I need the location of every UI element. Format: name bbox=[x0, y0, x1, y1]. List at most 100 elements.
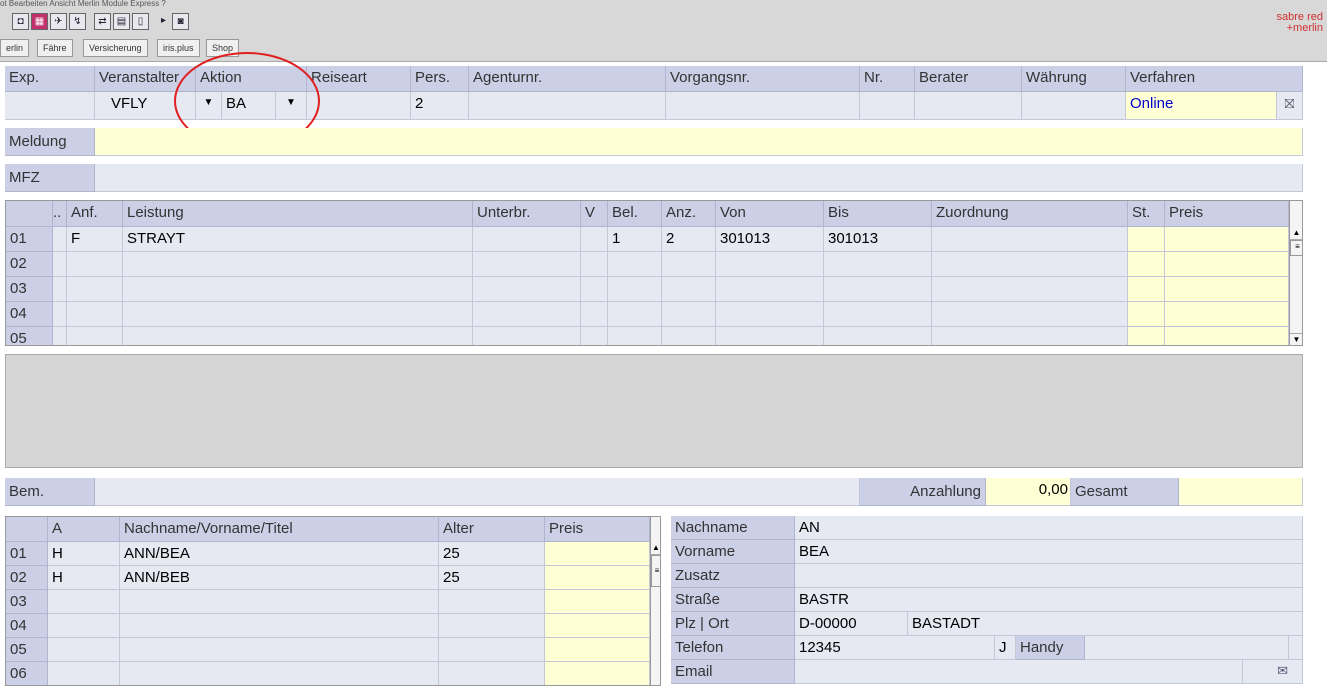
handy-extra[interactable] bbox=[1289, 636, 1303, 660]
cell-unterbr[interactable] bbox=[473, 227, 581, 252]
cell-von[interactable] bbox=[716, 302, 824, 327]
cell-preis[interactable] bbox=[545, 590, 650, 614]
cell-bel[interactable]: 1 bbox=[608, 227, 662, 252]
cell-leistung[interactable] bbox=[123, 302, 473, 327]
cell-zuordnung[interactable] bbox=[932, 302, 1128, 327]
scroll-down-icon[interactable]: ▼ bbox=[1290, 333, 1302, 345]
cell-bel[interactable] bbox=[608, 302, 662, 327]
cell-name[interactable] bbox=[120, 614, 439, 638]
cell-a[interactable]: H bbox=[48, 542, 120, 566]
strasse-field[interactable]: BASTR bbox=[795, 588, 1303, 612]
cell-bis[interactable]: 301013 bbox=[824, 227, 932, 252]
agenturnr-field[interactable] bbox=[469, 92, 666, 120]
cell-zuordnung[interactable] bbox=[932, 227, 1128, 252]
cell-unterbr[interactable] bbox=[473, 327, 581, 345]
cell-unterbr[interactable] bbox=[473, 252, 581, 277]
transfer-icon[interactable]: ⇄ bbox=[94, 13, 111, 30]
cell-v[interactable] bbox=[581, 327, 608, 345]
j-field[interactable]: J bbox=[995, 636, 1016, 660]
verfahren-settings-icon[interactable]: ⛝ bbox=[1277, 92, 1303, 120]
camera-icon[interactable]: ◘ bbox=[12, 13, 29, 30]
cell-a[interactable] bbox=[48, 662, 120, 685]
cell-bis[interactable] bbox=[824, 302, 932, 327]
cell-anf[interactable] bbox=[67, 252, 123, 277]
cell-name[interactable] bbox=[120, 662, 439, 685]
cell-v[interactable] bbox=[581, 277, 608, 302]
cell-von[interactable]: 301013 bbox=[716, 227, 824, 252]
cell-anf[interactable]: F bbox=[67, 227, 123, 252]
cell-st[interactable] bbox=[1128, 302, 1165, 327]
cell-st[interactable] bbox=[1128, 327, 1165, 345]
cell-preis[interactable] bbox=[1165, 227, 1289, 252]
menu-bar[interactable]: ot Bearbeiten Ansicht Merlin Module Expr… bbox=[0, 0, 166, 8]
tab-versicherung[interactable]: Versicherung bbox=[83, 39, 148, 57]
cell-preis[interactable] bbox=[545, 638, 650, 662]
cell-anf[interactable] bbox=[67, 277, 123, 302]
cell-anz[interactable] bbox=[662, 277, 716, 302]
nachname-field[interactable]: AN bbox=[795, 516, 1303, 540]
cell-unterbr[interactable] bbox=[473, 302, 581, 327]
cell-zuordnung[interactable] bbox=[932, 277, 1128, 302]
cell-a[interactable]: H bbox=[48, 566, 120, 590]
cell-more[interactable] bbox=[53, 277, 67, 302]
cell-name[interactable] bbox=[120, 638, 439, 662]
film-icon[interactable]: ▦ bbox=[31, 13, 48, 30]
cell-a[interactable] bbox=[48, 614, 120, 638]
cell-name[interactable]: ANN/BEA bbox=[120, 542, 439, 566]
cell-more[interactable] bbox=[53, 302, 67, 327]
pers-field[interactable]: 2 bbox=[411, 92, 469, 120]
cell-bis[interactable] bbox=[824, 252, 932, 277]
ort-field[interactable]: BASTADT bbox=[908, 612, 1303, 636]
services-scrollbar[interactable]: ▲ ≡ ▼ bbox=[1289, 201, 1302, 345]
document-icon[interactable]: ▯ bbox=[132, 13, 149, 30]
waehrung-field[interactable] bbox=[1022, 92, 1126, 120]
scroll-up-icon[interactable]: ▲ bbox=[1290, 227, 1302, 240]
play-icon[interactable]: ▸ bbox=[155, 13, 172, 30]
cell-a[interactable] bbox=[48, 638, 120, 662]
cell-alter[interactable] bbox=[439, 590, 545, 614]
cell-st[interactable] bbox=[1128, 227, 1165, 252]
email-field[interactable] bbox=[795, 660, 1243, 684]
cell-bel[interactable] bbox=[608, 327, 662, 345]
cell-preis[interactable] bbox=[1165, 252, 1289, 277]
cell-leistung[interactable] bbox=[123, 327, 473, 345]
berater-field[interactable] bbox=[915, 92, 1022, 120]
cell-alter[interactable] bbox=[439, 614, 545, 638]
plz-ort-field[interactable]: D-00000 bbox=[795, 612, 908, 636]
save-icon[interactable]: ▤ bbox=[113, 13, 130, 30]
cell-leistung[interactable] bbox=[123, 252, 473, 277]
cell-preis[interactable] bbox=[545, 542, 650, 566]
anzahlung-field[interactable]: 0,00 bbox=[986, 478, 1071, 506]
cell-leistung[interactable]: STRAYT bbox=[123, 227, 473, 252]
cell-zuordnung[interactable] bbox=[932, 327, 1128, 345]
cell-more[interactable] bbox=[53, 252, 67, 277]
exp-field[interactable] bbox=[5, 92, 95, 120]
cell-preis[interactable] bbox=[1165, 277, 1289, 302]
cell-preis[interactable] bbox=[1165, 302, 1289, 327]
cell-st[interactable] bbox=[1128, 252, 1165, 277]
route-icon[interactable]: ↯ bbox=[69, 13, 86, 30]
cell-anf[interactable] bbox=[67, 327, 123, 345]
cell-bel[interactable] bbox=[608, 277, 662, 302]
verfahren-field[interactable]: Online bbox=[1126, 92, 1277, 120]
cell-leistung[interactable] bbox=[123, 277, 473, 302]
cell-a[interactable] bbox=[48, 590, 120, 614]
handy-field[interactable] bbox=[1085, 636, 1289, 660]
cell-alter[interactable]: 25 bbox=[439, 566, 545, 590]
scroll-thumb[interactable]: ≡ bbox=[1290, 240, 1302, 256]
cell-anz[interactable]: 2 bbox=[662, 227, 716, 252]
cell-anf[interactable] bbox=[67, 302, 123, 327]
reiseart-field[interactable] bbox=[307, 92, 411, 120]
tab-merlin[interactable]: erlin bbox=[0, 39, 30, 57]
cell-von[interactable] bbox=[716, 327, 824, 345]
cell-v[interactable] bbox=[581, 302, 608, 327]
gesamt-field[interactable] bbox=[1179, 478, 1303, 506]
tab-faehre[interactable]: Fähre bbox=[37, 39, 73, 57]
cell-more[interactable] bbox=[53, 327, 67, 345]
zusatz-field[interactable] bbox=[795, 564, 1303, 588]
cell-alter[interactable] bbox=[439, 638, 545, 662]
cell-st[interactable] bbox=[1128, 277, 1165, 302]
scroll-up-icon[interactable]: ▲ bbox=[651, 542, 660, 555]
cell-name[interactable]: ANN/BEB bbox=[120, 566, 439, 590]
cell-anz[interactable] bbox=[662, 252, 716, 277]
